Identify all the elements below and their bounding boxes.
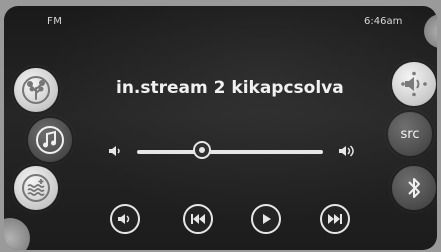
previous-track-icon bbox=[191, 214, 205, 224]
source-label: FM bbox=[47, 16, 63, 27]
volume-slider-thumb[interactable] bbox=[193, 141, 212, 159]
volume-button[interactable] bbox=[110, 204, 140, 234]
tree-icon bbox=[22, 76, 50, 104]
previous-track-button[interactable] bbox=[183, 204, 213, 234]
volume-up-icon[interactable] bbox=[338, 143, 356, 159]
head-unit-screen: FM 6:46am in.stream 2 kikapcsolva src bbox=[4, 6, 437, 250]
bluetooth-icon bbox=[408, 178, 420, 198]
clock: 6:46am bbox=[364, 16, 403, 27]
equalizer-waves-icon bbox=[22, 174, 50, 202]
now-playing-text: in.stream 2 kikapcsolva bbox=[116, 78, 344, 98]
source-button-label: src bbox=[400, 126, 420, 142]
speaker-menu-button[interactable] bbox=[392, 62, 436, 106]
volume-down-icon[interactable] bbox=[108, 143, 124, 159]
music-note-icon bbox=[36, 126, 64, 154]
partial-menu-button-top-right[interactable] bbox=[424, 14, 437, 48]
play-icon bbox=[263, 214, 271, 224]
partial-menu-button-bottom-left[interactable] bbox=[4, 218, 30, 250]
volume-slider-track[interactable] bbox=[137, 150, 323, 154]
speaker-icon bbox=[401, 71, 427, 97]
play-button[interactable] bbox=[251, 204, 281, 234]
equalizer-menu-button[interactable] bbox=[14, 166, 58, 210]
next-track-button[interactable] bbox=[320, 204, 350, 234]
tree-menu-button[interactable] bbox=[14, 68, 58, 112]
source-button[interactable]: src bbox=[388, 112, 432, 156]
next-track-icon bbox=[328, 214, 342, 224]
bluetooth-menu-button[interactable] bbox=[392, 166, 436, 210]
music-menu-button[interactable] bbox=[28, 118, 72, 162]
volume-icon bbox=[118, 214, 130, 224]
